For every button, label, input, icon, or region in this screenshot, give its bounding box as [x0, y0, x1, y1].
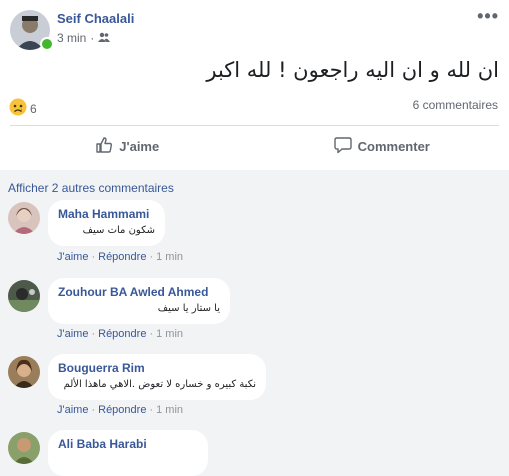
comment-bubble-icon	[334, 136, 352, 157]
comment-time[interactable]: 1 min	[156, 328, 183, 340]
sad-reaction-icon	[9, 98, 27, 119]
online-status-dot	[40, 37, 54, 51]
commenter-avatar[interactable]	[8, 432, 40, 464]
post-card: Seif Chaalali 3 min · ••• ان لله و ان ال…	[0, 0, 509, 170]
view-more-comments-link[interactable]: Afficher 2 autres commentaires	[8, 181, 174, 195]
comment-like-link[interactable]: J'aime	[57, 328, 88, 340]
comment-button[interactable]: Commenter	[255, 130, 509, 162]
thumbs-up-icon	[95, 136, 113, 157]
comment-bubble: Zouhour BA Awled Ahmed يا ستار يا سيف	[48, 278, 230, 324]
comment-reply-link[interactable]: Répondre	[98, 404, 146, 416]
reaction-count: 6	[30, 102, 37, 116]
commenter-name[interactable]: Bouguerra Rim	[58, 361, 256, 375]
commenter-name[interactable]: Zouhour BA Awled Ahmed	[58, 285, 220, 299]
comment-like-link[interactable]: J'aime	[57, 404, 88, 416]
like-button[interactable]: J'aime	[0, 130, 255, 162]
comment-actions: J'aime·Répondre·1 min	[57, 251, 183, 263]
post-author-name[interactable]: Seif Chaalali	[57, 11, 134, 26]
comment-text: نكبة كبيره و خساره لا تعوض .الاهي ماهذا …	[58, 379, 256, 390]
like-button-label: J'aime	[119, 139, 159, 154]
comment-text: شكون مات سيف	[58, 225, 155, 236]
comment-text: يا ستار يا سيف	[58, 303, 220, 314]
comments-count[interactable]: 6 commentaires	[413, 98, 498, 112]
audience-friends-icon[interactable]	[98, 31, 110, 45]
commenter-avatar[interactable]	[8, 280, 40, 312]
comment-bubble: Bouguerra Rim نكبة كبيره و خساره لا تعوض…	[48, 354, 266, 400]
meta-separator: ·	[90, 31, 94, 45]
comment-time[interactable]: 1 min	[156, 251, 183, 263]
comments-section: Afficher 2 autres commentaires Maha Hamm…	[0, 170, 509, 461]
comment-time[interactable]: 1 min	[156, 404, 183, 416]
commenter-name[interactable]: Ali Baba Harabi	[58, 437, 198, 451]
reactions-summary[interactable]: 6	[9, 98, 37, 119]
comment-reply-link[interactable]: Répondre	[98, 251, 146, 263]
comment-like-link[interactable]: J'aime	[57, 251, 88, 263]
comment-bubble: Maha Hammami شكون مات سيف	[48, 200, 165, 246]
commenter-avatar[interactable]	[8, 202, 40, 234]
comment-actions: J'aime·Répondre·1 min	[57, 404, 183, 416]
comment-button-label: Commenter	[358, 139, 430, 154]
post-actions: J'aime Commenter	[0, 130, 509, 162]
divider	[10, 125, 499, 126]
more-options-icon[interactable]: •••	[477, 6, 499, 27]
post-text: ان لله و ان اليه راجعون ! لله اكبر	[206, 58, 499, 82]
commenter-avatar[interactable]	[8, 356, 40, 388]
comment-bubble: Ali Baba Harabi	[48, 430, 208, 476]
post-time[interactable]: 3 min	[57, 31, 86, 45]
post-meta: 3 min ·	[57, 31, 110, 45]
comment-reply-link[interactable]: Répondre	[98, 328, 146, 340]
commenter-name[interactable]: Maha Hammami	[58, 207, 155, 221]
comment-actions: J'aime·Répondre·1 min	[57, 328, 183, 340]
